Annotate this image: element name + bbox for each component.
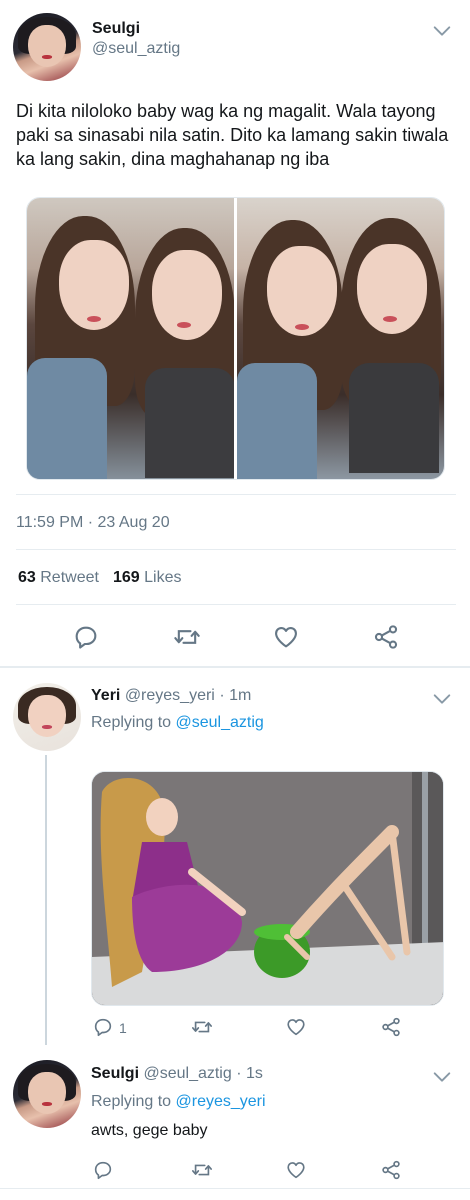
reply-icon[interactable] (72, 623, 100, 651)
replying-to-link[interactable]: @reyes_yeri (176, 1093, 266, 1110)
person-shirt (349, 363, 439, 473)
avatar-yeri[interactable] (13, 683, 81, 751)
replying-prefix: Replying to (91, 1093, 172, 1110)
avatar-face (27, 695, 67, 738)
like-icon[interactable] (272, 623, 300, 651)
reply-text: awts, gege baby (91, 1122, 208, 1139)
author-name[interactable]: Seulgi (92, 20, 140, 38)
author-handle[interactable]: @reyes_yeri (125, 687, 215, 704)
person-lips (383, 316, 397, 322)
person-shirt (145, 368, 234, 478)
replying-to: Replying to @reyes_yeri (91, 1093, 266, 1111)
avatar-face (27, 25, 67, 68)
share-icon[interactable] (380, 1016, 402, 1038)
reply-time[interactable]: · 1m (219, 687, 251, 704)
author-handle[interactable]: @seul_aztig (92, 40, 180, 58)
author-handle[interactable]: @seul_aztig (143, 1065, 231, 1082)
tweet-text: Di kita nilolоko baby wag ka ng magalit.… (16, 101, 449, 169)
chevron-down-icon[interactable] (431, 20, 453, 42)
person-face (267, 246, 337, 336)
share-icon[interactable] (380, 1159, 402, 1181)
divider (16, 494, 456, 495)
retweet-label: Retweet (40, 569, 99, 586)
like-count: 169 (112, 569, 140, 586)
tweet-timestamp[interactable]: 11:59 PM · 23 Aug 20 (16, 514, 170, 532)
retweet-icon[interactable] (190, 1016, 214, 1038)
author-name[interactable]: Yeri (91, 687, 120, 704)
replying-to-link[interactable]: @seul_aztig (176, 714, 264, 731)
section-separator (0, 666, 470, 668)
share-icon[interactable] (372, 623, 400, 651)
retweet-stat[interactable]: 63 Retweet (18, 569, 99, 587)
thread-connector (45, 755, 47, 1045)
avatar-seulgi[interactable] (13, 13, 81, 81)
divider (16, 604, 456, 605)
person-jacket (237, 363, 317, 479)
reply-icon[interactable] (92, 1016, 114, 1038)
person-lips (295, 324, 309, 330)
divider (16, 549, 456, 550)
person-jacket (27, 358, 107, 479)
retweet-icon[interactable] (172, 623, 202, 651)
replying-prefix: Replying to (91, 714, 172, 731)
avatar-seulgi[interactable] (13, 1060, 81, 1128)
like-icon[interactable] (285, 1016, 307, 1038)
avatar-face (27, 1072, 67, 1115)
retweet-count: 63 (18, 569, 36, 586)
replying-to: Replying to @seul_aztig (91, 714, 264, 732)
retweet-icon[interactable] (190, 1159, 214, 1181)
person-lips (177, 322, 191, 328)
photo-left[interactable] (27, 198, 234, 479)
like-stat[interactable]: 169 Likes (113, 569, 182, 587)
photo-right[interactable] (237, 198, 444, 479)
tweet-media[interactable] (26, 197, 445, 480)
divider (0, 1188, 470, 1189)
like-icon[interactable] (285, 1159, 307, 1181)
tweet-stats: 63 Retweet 169 Likes (18, 569, 181, 587)
chevron-down-icon[interactable] (431, 1066, 453, 1088)
reply-time[interactable]: · 1s (236, 1065, 263, 1082)
reply-count: 1 (119, 1020, 127, 1036)
chevron-down-icon[interactable] (431, 688, 453, 710)
reply-header: Yeri @reyes_yeri · 1m (91, 687, 251, 705)
like-label: Likes (144, 569, 182, 586)
author-name[interactable]: Seulgi (91, 1065, 139, 1082)
doll-scene-image (92, 772, 443, 1005)
reply-icon[interactable] (92, 1159, 114, 1181)
reply-header: Seulgi @seul_aztig · 1s (91, 1065, 263, 1083)
reply-image[interactable] (91, 771, 444, 1006)
person-lips (87, 316, 101, 322)
